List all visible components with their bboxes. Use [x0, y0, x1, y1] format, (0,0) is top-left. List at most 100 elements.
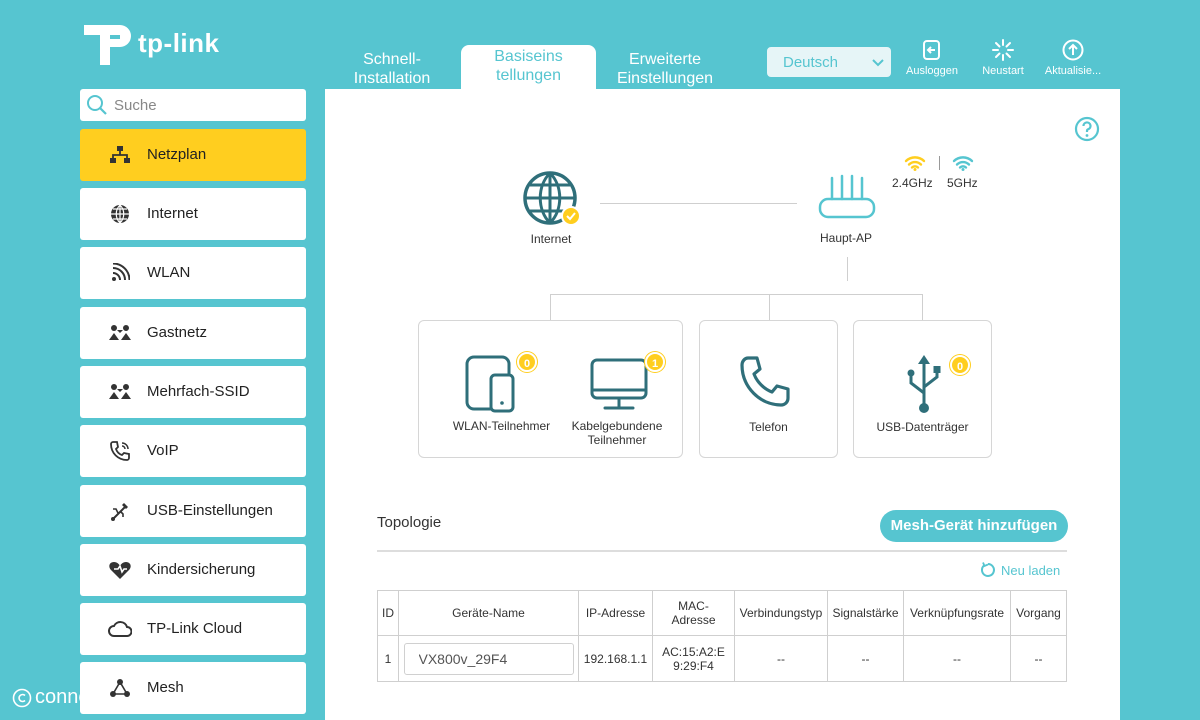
device-name-field[interactable] [403, 642, 574, 675]
tree-line [769, 294, 770, 320]
sidebar-item-netzplan[interactable]: Netzplan [80, 129, 306, 181]
wired-clients-node[interactable]: 1 Kabelgebundene Teilnehmer [559, 351, 679, 451]
cell-ip: 192.168.1.1 [578, 635, 653, 682]
usb-count: 0 [950, 355, 970, 375]
search-box [80, 89, 306, 121]
band-24-label: 2.4GHz [892, 176, 933, 190]
reload-button[interactable]: Neu laden [980, 562, 1060, 578]
sidebar-item-label: Mesh [147, 679, 184, 696]
sidebar-item-label: Gastnetz [147, 324, 208, 341]
add-mesh-device-button[interactable]: Mesh-Gerät hinzufügen [880, 510, 1068, 542]
phone-icon [108, 441, 132, 461]
column-header: Verknüpfungsrate [903, 590, 1011, 636]
usb-icon [108, 501, 132, 521]
tab-basic-settings[interactable]: Basiseins tellungen [461, 45, 596, 89]
usb-card[interactable]: 0 USB-Datenträger [853, 320, 992, 458]
sidebar-item-label: WLAN [147, 264, 191, 281]
language-value: Deutsch [783, 54, 839, 71]
sidebar-item-voip[interactable]: VoIP [80, 425, 306, 477]
sidebar-item-mesh[interactable]: Mesh [80, 662, 306, 714]
main-panel: Internet Haupt-AP 2.4GHz 5GHz 0 WLAN-Tei… [325, 89, 1120, 720]
update-button[interactable]: Aktualisie... [1040, 39, 1106, 77]
phone-card[interactable]: Telefon [699, 320, 838, 458]
column-header: Vorgang [1010, 590, 1067, 636]
sidebar-item-label: VoIP [147, 442, 179, 459]
cell-id: 1 [377, 635, 399, 682]
restart-button[interactable]: Neustart [970, 39, 1036, 77]
tab-advanced-settings[interactable]: Erweiterte Einstellungen [600, 46, 730, 88]
update-label: Aktualisie... [1044, 65, 1102, 77]
tree-line [847, 257, 848, 281]
cell-mac: AC:15:A2:E 9:29:F4 [652, 635, 735, 682]
router-label: Haupt-AP [819, 231, 873, 245]
wifi-icon [108, 263, 132, 283]
sidebar-item-mehrfach-ssid[interactable]: Mehrfach-SSID [80, 366, 306, 418]
guest-network-icon [108, 323, 132, 343]
sidebar-item-usb[interactable]: USB-Einstellungen [80, 485, 306, 537]
sidebar-item-tp-link-cloud[interactable]: TP-Link Cloud [80, 603, 306, 655]
cell-link-rate: -- [903, 635, 1011, 682]
wlan-clients-count: 0 [517, 352, 537, 372]
router-icon [818, 174, 876, 219]
tab-quick-setup[interactable]: Schnell- Installation [332, 46, 452, 88]
watermark: connect [12, 686, 105, 709]
sidebar-item-kindersicherung[interactable]: Kindersicherung [80, 544, 306, 596]
cell-connection-type: -- [734, 635, 828, 682]
sidebar-item-gastnetz[interactable]: Gastnetz [80, 307, 306, 359]
logout-button[interactable]: Ausloggen [899, 39, 965, 77]
tp-link-logo-icon [84, 25, 131, 65]
sidebar-item-wlan[interactable]: WLAN [80, 247, 306, 299]
logo-text: tp-link [138, 27, 220, 58]
sidebar-item-internet[interactable]: Internet [80, 188, 306, 240]
sidebar-item-label: TP-Link Cloud [147, 620, 243, 637]
help-icon[interactable] [1074, 116, 1100, 142]
reload-label: Neu laden [1001, 562, 1061, 578]
divider [377, 550, 1067, 552]
cell-device-name [398, 635, 579, 682]
phone-icon [740, 356, 790, 407]
wlan-clients-label: WLAN-Teilnehmer [452, 419, 551, 433]
connection-line [600, 203, 797, 204]
column-header: MAC- Adresse [652, 590, 735, 636]
language-select[interactable]: Deutsch [767, 47, 891, 77]
sidebar-item-label: Kindersicherung [147, 561, 256, 578]
table-row: 1 192.168.1.1 AC:15:A2:E 9:29:F4 -- -- -… [377, 635, 1067, 682]
copyright-icon [12, 688, 32, 707]
globe-icon [523, 171, 581, 226]
logout-label: Ausloggen [906, 65, 958, 77]
band-5-label: 5GHz [947, 176, 978, 190]
tab-label: Basiseins tellungen [494, 48, 563, 84]
column-header: ID [377, 590, 399, 636]
wired-clients-count: 1 [645, 352, 665, 372]
internet-node[interactable]: Internet [510, 169, 600, 249]
phone-label: Telefon [749, 420, 788, 434]
wifi-24ghz-icon [904, 156, 926, 171]
wired-clients-label: Kabelgebundene Teilnehmer [571, 419, 663, 447]
search-input[interactable] [114, 94, 294, 116]
globe-icon [108, 204, 132, 224]
heart-icon [108, 560, 132, 580]
tree-line [922, 294, 923, 320]
monitor-icon [590, 358, 648, 410]
sidebar-item-label: Mehrfach-SSID [147, 383, 250, 400]
watermark-text: connect [35, 686, 106, 708]
clients-card: 0 WLAN-Teilnehmer 1 Kabelgebundene Teiln… [418, 320, 683, 458]
band-separator [939, 156, 940, 170]
wifi-5ghz-icon [952, 156, 974, 171]
usb-label: USB-Datenträger [876, 420, 969, 434]
tablet-phone-icon [465, 355, 515, 413]
usb-icon [907, 355, 941, 413]
internet-label: Internet [530, 232, 572, 246]
cell-signal: -- [827, 635, 904, 682]
sidebar-item-label: USB-Einstellungen [147, 502, 273, 519]
topology-table: ID Geräte-Name IP-Adresse MAC- Adresse V… [377, 590, 1067, 682]
logout-icon [923, 40, 940, 60]
restart-icon [992, 39, 1014, 61]
wlan-clients-node[interactable]: 0 WLAN-Teilnehmer [429, 351, 559, 451]
sidebar-item-label: Netzplan [147, 146, 207, 163]
network-map-icon [108, 145, 132, 165]
column-header: Signalstärke [827, 590, 904, 636]
tree-line [550, 294, 551, 320]
router-node[interactable]: Haupt-AP [803, 174, 889, 249]
refresh-icon [981, 562, 995, 577]
